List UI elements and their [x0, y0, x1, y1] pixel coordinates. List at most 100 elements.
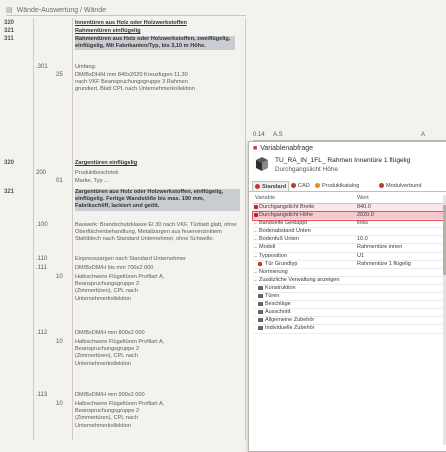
quantity: 01 — [56, 178, 63, 184]
column-header: A.S — [273, 132, 283, 138]
property-value[interactable]: Rahmentüre innen — [357, 244, 402, 251]
property-label: Bandseite Geklappt — [259, 220, 308, 227]
row-description: Produktbeschrieb — [75, 170, 119, 176]
sub-position: .301 — [36, 64, 48, 70]
dash-icon: – — [254, 277, 257, 284]
tab-label: CAD — [298, 182, 310, 189]
standard-icon — [255, 184, 260, 189]
property-row[interactable]: – Typposition U1 — [253, 253, 445, 261]
tab-label: Standard — [262, 183, 287, 190]
row-description: Umfang: — [75, 64, 97, 70]
catalog-icon — [315, 183, 320, 188]
object-type: Durchgangslicht Höhe — [275, 166, 338, 173]
sub-position: .100 — [36, 222, 48, 228]
document-row: .111 DM/BxDM/H bis mm 700x2 000 — [0, 265, 245, 273]
row-description: Halbschwere Flügeltüren Profilart A, Bea… — [75, 339, 165, 367]
grid-header-value: Wert — [357, 195, 369, 201]
property-group[interactable]: Ausschnitt — [253, 309, 445, 318]
group-label: Individuelle Zubehör — [265, 325, 315, 332]
property-group[interactable]: Türen — [253, 293, 445, 302]
row-description: Einpresszargen nach Standard Unternehmer — [75, 256, 187, 262]
property-group[interactable]: Konstruktion — [253, 285, 445, 294]
property-row[interactable]: Tür Grundtyp Rahmentüre 1 flügelig — [253, 261, 445, 269]
property-row[interactable]: – Modell Rahmentüre innen — [253, 244, 445, 253]
row-heading: Innentüren aus Holz oder Holzwerkstoffen — [75, 20, 187, 26]
property-value[interactable]: 840.0 — [357, 204, 371, 211]
row-description: Bauwerk: Brandschutzklasse EI 30 nach VK… — [75, 222, 237, 243]
document-row: .100 Bauwerk: Brandschutzklasse EI 30 na… — [0, 222, 245, 252]
row-description: Halbschwere Flügeltüren Profilart A, Bea… — [75, 274, 165, 302]
quantity: 10 — [56, 401, 63, 407]
dash-icon: – — [254, 229, 257, 236]
document-row: .112 DM/BxDM/H mm 800x2 000 — [0, 330, 245, 338]
tab-modulverbund[interactable]: Modulverbund — [379, 181, 421, 190]
sub-position: .112 — [36, 330, 48, 336]
property-row-selected[interactable]: Durchgangslicht Höhe 2020.0 — [252, 211, 446, 222]
sub-position: 200 — [36, 170, 47, 176]
row-heading: Zargentüren einflügelig — [75, 160, 138, 166]
property-grid: Variable Wert Durchgangslicht Breite 840… — [252, 195, 446, 334]
folder-icon — [258, 326, 263, 331]
lock-icon — [258, 261, 262, 266]
property-label: Bodenabstand Unten — [259, 228, 311, 235]
position-number: 320 — [4, 20, 15, 26]
sub-position: .113 — [36, 392, 48, 398]
row-description: DM/BxDM/H mm 800x2 000 — [75, 330, 145, 336]
property-label: Bodenfuß Unten — [259, 236, 300, 243]
tab-standard[interactable]: Standard — [252, 181, 290, 191]
tab-bar: Standard CAD Produktkatalog Modulverbund — [249, 180, 446, 192]
property-value[interactable]: Rahmentüre 1 flügelig — [357, 261, 411, 268]
dash-icon: – — [254, 221, 257, 228]
property-row[interactable]: Durchgangslicht Breite 840.0 — [253, 204, 445, 213]
property-label: Zusätzliche Verwaltung anzeigen — [259, 276, 340, 283]
document-row: 10 Halbschwere Flügeltüren Profilart A, … — [0, 339, 245, 383]
property-value[interactable]: 10.0 — [357, 236, 368, 243]
property-group[interactable]: Allgemeine Zubehör — [253, 317, 445, 326]
property-value[interactable]: U1 — [357, 253, 364, 260]
row-description: Zargentüren aus Holz oder Holzwerkstoffe… — [75, 189, 240, 211]
object-name: TU_RA_IN_1FL_ Rahmen Innentüre 1 flügeli… — [275, 157, 411, 164]
window-title-bar: ■ Variablenabfrage — [253, 145, 313, 152]
folder-icon — [258, 310, 263, 315]
property-label: Modell — [259, 244, 276, 251]
property-group[interactable]: Individuelle Zubehör — [253, 325, 445, 334]
dash-icon: – — [254, 237, 257, 244]
sub-position: .110 — [36, 256, 48, 262]
row-description: DM/BxDH/H mm 840x2020 Kreuzfugen 11,30 n… — [75, 72, 195, 93]
property-row[interactable]: – Zusätzliche Verwaltung anzeigen — [253, 277, 445, 285]
row-description: DM/BxDM/H bis mm 700x2 000 — [75, 265, 154, 271]
pin-icon — [254, 205, 258, 209]
quantity: 25 — [56, 72, 63, 78]
tab-cad[interactable]: CAD — [291, 181, 310, 190]
document-row: .113 DM/BxDM/H mm 900x2 000 — [0, 392, 245, 400]
property-label: Typposition — [259, 252, 287, 259]
document-row: 321 Zargentüren aus Holz oder Holzwerkst… — [0, 189, 245, 217]
property-row[interactable]: – Bandseite Geklappt links — [253, 220, 445, 229]
quantity: 10 — [56, 339, 63, 345]
position-number: 311 — [4, 36, 14, 42]
module-icon — [379, 183, 384, 188]
property-group[interactable]: Beschläge — [253, 301, 445, 310]
property-label: Tür Grundtyp — [265, 260, 298, 267]
property-value[interactable]: links — [357, 220, 368, 227]
row-description: Halbschwere Flügeltüren Profilart A, Bea… — [75, 401, 165, 429]
cube-icon — [256, 157, 268, 171]
document-title: Wände-Auswertung / Wände — [16, 6, 107, 14]
dash-icon: – — [254, 269, 257, 276]
document-row: 10 Halbschwere Flügeltüren Profilart A, … — [0, 274, 245, 318]
document-title-bar: ▤ Wände-Auswertung / Wände — [6, 5, 246, 16]
row-description: Marke, Typ ... — [75, 178, 109, 184]
property-value[interactable]: 2020.0 — [357, 212, 374, 219]
tab-label: Modulverbund — [386, 182, 422, 189]
position-number: 320 — [4, 160, 15, 166]
row-description: DM/BxDM/H mm 900x2 000 — [75, 392, 145, 398]
group-label: Türen — [265, 293, 280, 300]
group-label: Ausschnitt — [265, 309, 291, 316]
property-row[interactable]: – Normierung — [253, 269, 445, 277]
window-title: Variablenabfrage — [260, 145, 314, 152]
variable-query-window[interactable]: ■ Variablenabfrage TU_RA_IN_1FL_ Rahmen … — [248, 141, 446, 452]
tab-produktkatalog[interactable]: Produktkatalog — [315, 181, 359, 190]
dash-icon: – — [254, 245, 257, 252]
property-row[interactable]: – Bodenabstand Unten — [253, 228, 445, 237]
property-row[interactable]: – Bodenfuß Unten 10.0 — [253, 236, 445, 245]
